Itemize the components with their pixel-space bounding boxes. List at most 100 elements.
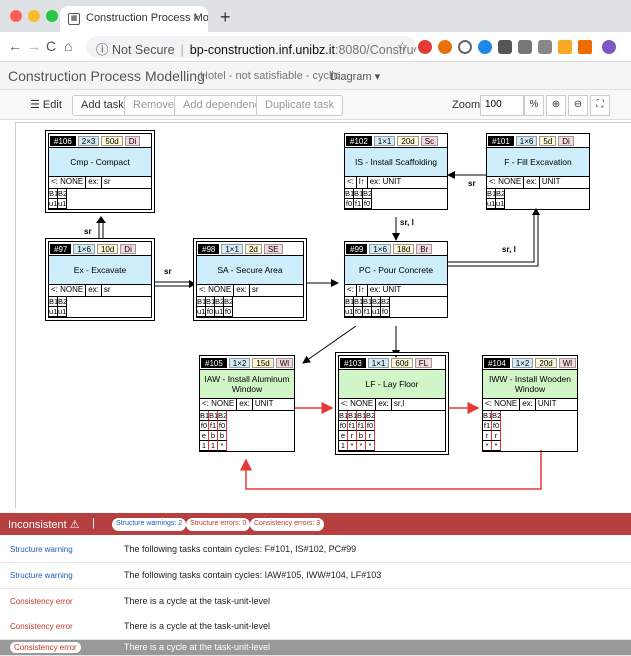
task-unit-grid: B1 B2 f1 f0 r r * * [483,411,577,451]
task-unit-cell: * [366,441,375,451]
task-unit-cell: r [483,431,492,441]
maximize-window-button[interactable] [46,10,58,22]
zoom-in-button[interactable]: ⊕ [546,95,566,116]
task-duration: 20d [535,357,557,368]
task-trade: Sc [420,135,439,146]
task-duration: 10d [96,243,119,254]
task-unit-cell: B1 [354,297,364,307]
extension-pocket-icon[interactable] [458,40,472,54]
edge-ex-cmp[interactable] [96,216,106,241]
diagram-canvas[interactable]: sr sr sr sr, l sr, l #106 2×3 50d Di Cmp - C… [15,122,631,508]
task-id: #105 [201,357,227,368]
info-icon[interactable]: ⓘ [96,43,109,57]
new-tab-button[interactable]: + [220,7,231,28]
edit-menu[interactable]: ☰ Edit [30,98,62,111]
message-row-selected[interactable]: Consistency error There is a cycle at th… [0,640,631,656]
tab-close-icon[interactable]: × [193,11,200,25]
message-text: The following tasks contain cycles: F#10… [124,544,357,554]
download-icon[interactable] [558,40,572,54]
task-card-103[interactable]: #103 1×1 60d FL LF - Lay Floor <: NONE ex: sr,l… [338,355,446,452]
extension-brave-icon[interactable] [438,40,452,54]
edge-iww-iaw[interactable] [240,450,542,490]
edge-label: sr [468,179,476,188]
extension-blue-icon[interactable] [478,40,492,54]
message-text: There is a cycle at the task-unit-level [124,596,271,606]
edge-label: sr [84,227,92,236]
edge-pc-f[interactable] [448,208,540,267]
app-header: Construction Process Modelling Hotel - n… [0,62,631,90]
task-card-99[interactable]: #99 1×6 18d Br PC - Pour Concrete <: l↑ ex: UNI… [344,241,448,318]
task-unit-cell: u1 [49,307,58,317]
task-meta-value: ex: UNIT [369,285,402,294]
task-unit-cell: u1 [487,199,496,209]
diagram-menu[interactable]: Diagram ▾ [330,70,380,83]
zoom-label: Zoom: [452,99,484,111]
toolbar: ☰ Edit Add task Remove Add dependency Du… [0,90,631,120]
task-meta: <: NONE ex: UNIT [200,399,294,411]
task-crew: 1×6 [369,243,391,254]
consistency-errors-badge[interactable]: Consistency errors: 3 [250,518,325,531]
task-card-97[interactable]: #97 1×6 10d Di Ex - Excavate <: NONE ex: sr B1 B2… [48,241,152,318]
app-title[interactable]: Construction Process Modelling [8,68,205,84]
task-header: #97 1×6 10d Di [49,242,151,255]
browser-tab[interactable]: ▦ Construction Process Modellin × [60,6,208,32]
message-kind: Structure warning [10,571,73,580]
zoom-input[interactable]: 100 [480,95,524,116]
task-header: #99 1×6 18d Br [345,242,447,255]
task-meta-value: ex: UNIT [369,177,402,186]
structure-warnings-badge[interactable]: Structure warnings: 2 [112,518,187,531]
task-card-106[interactable]: #106 2×3 50d Di Cmp - Compact <: NONE ex: sr B1 B… [48,133,152,210]
task-unit-cell: B2 [215,297,225,307]
task-card-102[interactable]: #102 1×1 20d Sc IS - Install Scaffolding <: l↑… [344,133,448,210]
task-meta-value: UNIT [254,399,274,408]
task-duration: 5d [539,135,557,146]
task-unit-cell: B1 [363,297,373,307]
forward-button[interactable]: → [27,38,41,54]
task-unit-cell: u1 [345,307,354,317]
task-unit-cell: B1 [209,411,219,421]
task-header: #101 1×6 5d Di [487,134,589,147]
task-unit-grid: B1 B2 u1 u1 [49,189,151,209]
duplicate-task-button[interactable]: Duplicate task [256,95,344,116]
task-meta: <: NONE ex: sr,l [339,399,445,411]
url-input[interactable]: ⓘ Not Secure | bp-construction.inf.unibz.i… [86,36,416,58]
task-unit-cell: b [218,431,227,441]
reload-button[interactable]: C [46,38,56,54]
task-unit-grid: B1 B1 B1 B2 B2 u1 f0 f1 u1 f0 [345,297,447,317]
zoom-out-button[interactable]: ⊖ [568,95,588,116]
message-row[interactable]: Consistency error There is a cycle at th… [0,614,631,640]
extension-opera-icon[interactable] [418,40,432,54]
close-window-button[interactable] [10,10,22,22]
message-row[interactable]: Consistency error There is a cycle at th… [0,589,631,615]
profile-avatar[interactable] [602,40,616,54]
task-card-101[interactable]: #101 1×6 5d Di F - Fill Excavation <: NONE ex:… [486,133,590,210]
home-button[interactable]: ⌂ [64,38,72,54]
extension-puzzle-icon[interactable] [498,40,512,54]
extension-grid-icon[interactable] [538,40,552,54]
structure-errors-badge[interactable]: Structure errors: 0 [186,518,251,531]
edge-ex-sa[interactable] [152,280,196,288]
zoom-fit-button[interactable]: ⛶ [590,95,610,116]
task-unit-cell: B1 [49,189,59,199]
task-card-105[interactable]: #105 1×2 15d Wl IAW - Install Aluminum Windo… [199,355,295,452]
minimize-window-button[interactable] [28,10,40,22]
edge-label: sr, l [400,218,414,227]
extension-gear-icon[interactable] [518,40,532,54]
task-name: IS - Install Scaffolding [345,147,447,177]
task-card-98[interactable]: #98 1×1 2d SE SA - Secure Area <: NONE ex: sr B1… [196,241,304,318]
message-row[interactable]: Structure warning The following tasks co… [0,563,631,589]
task-meta-value: sr [103,285,111,294]
task-unit-cell: B1 [483,411,493,421]
task-id: #101 [488,135,514,146]
message-row[interactable]: Structure warning The following tasks co… [0,537,631,563]
task-trade: Wl [275,357,294,368]
task-trade: Br [416,243,433,254]
task-meta: <: l↑ ex: UNIT [345,177,447,189]
back-button[interactable]: ← [8,38,22,54]
task-name: Cmp - Compact [49,147,151,177]
task-meta-value: sr [103,177,111,186]
bookmark-star-icon[interactable]: ☆ [397,39,408,54]
task-header: #106 2×3 50d Di [49,134,151,147]
extension-orange-icon[interactable] [578,40,592,54]
task-card-104[interactable]: #104 1×2 20d Wl IWW - Install Wooden Window <… [482,355,578,452]
